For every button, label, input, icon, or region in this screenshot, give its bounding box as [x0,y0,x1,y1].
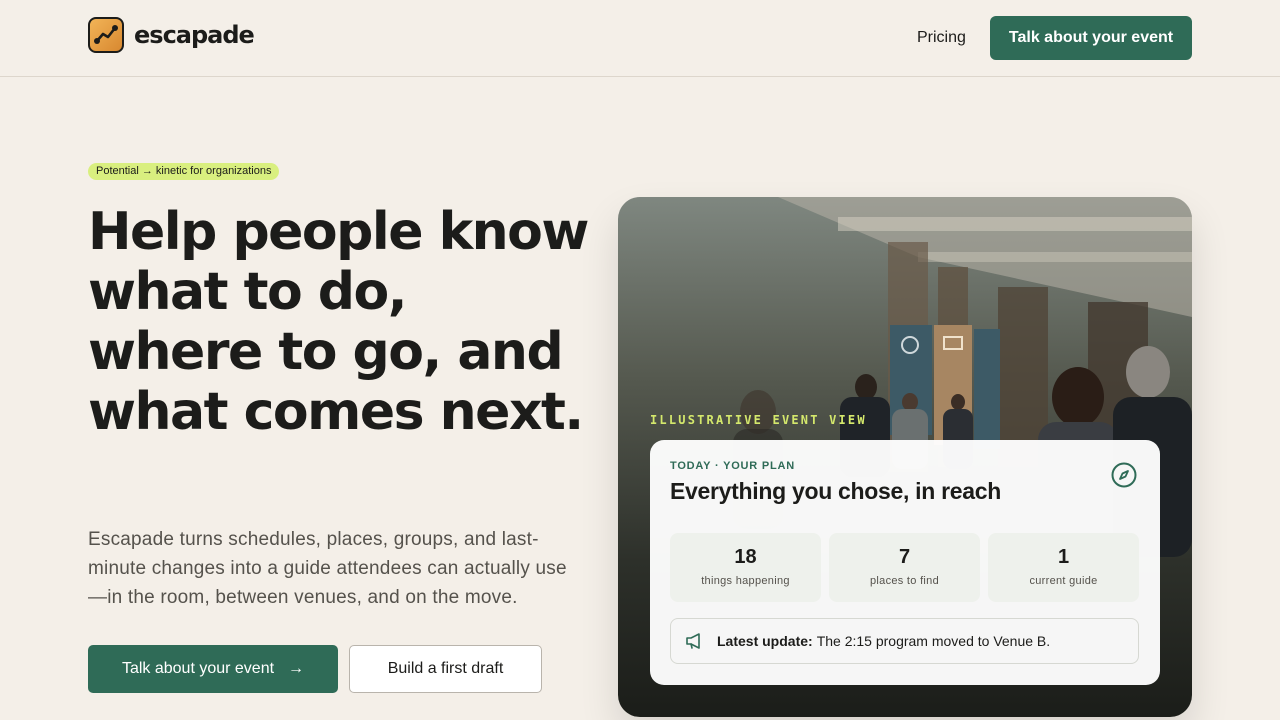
brand-logo-link[interactable]: escapade [88,17,255,53]
hero-headline: Help people know what to do, where to go… [88,202,589,442]
illustrative-view-label: ILLUSTRATIVE EVENT VIEW [650,413,867,427]
stat-label: current guide [1029,575,1098,587]
event-photo: ILLUSTRATIVE EVENT VIEW TODAY · YOUR PLA… [618,197,1192,717]
brand-name: escapade [134,21,255,49]
update-text: The 2:15 program moved to Venue B. [816,633,1051,649]
stat-value: 18 [734,546,757,568]
megaphone-icon [686,633,700,649]
logo-icon [88,17,124,53]
update-label: Latest update: [717,633,813,649]
header-cta-button[interactable]: Talk about your event [990,16,1192,60]
latest-update-banner: Latest update: The 2:15 program moved to… [670,618,1139,664]
stat-label: places to find [869,575,940,587]
build-first-draft-button[interactable]: Build a first draft [349,645,542,693]
site-header: escapade Pricing Talk about your event [0,0,1280,77]
stat-value: 1 [1057,546,1070,568]
stat-value: 7 [898,546,911,568]
nav-pricing-link[interactable]: Pricing [917,29,966,47]
hero-lede: Escapade turns schedules, places, groups… [88,529,567,608]
plan-kicker: TODAY · YOUR PLAN [670,460,796,472]
stat-current-guide: 1 current guide [988,533,1139,602]
talk-about-event-label: Talk about your event [121,660,275,677]
stat-things-happening: 18 things happening [670,533,821,602]
compass-icon [1111,462,1137,488]
plan-title: Everything you chose, in reach [670,478,1001,504]
plan-card: TODAY · YOUR PLAN Everything you chose, … [650,440,1160,685]
stat-label: things happening [701,575,790,587]
plan-stats: 18 things happening 7 places to find 1 c… [670,533,1139,602]
hero-badge: Potential → kinetic for organizations [88,163,280,180]
stat-places-to-find: 7 places to find [829,533,980,602]
arrow-right-icon: → [288,660,305,677]
talk-about-event-button[interactable]: Talk about your event → [88,645,338,693]
